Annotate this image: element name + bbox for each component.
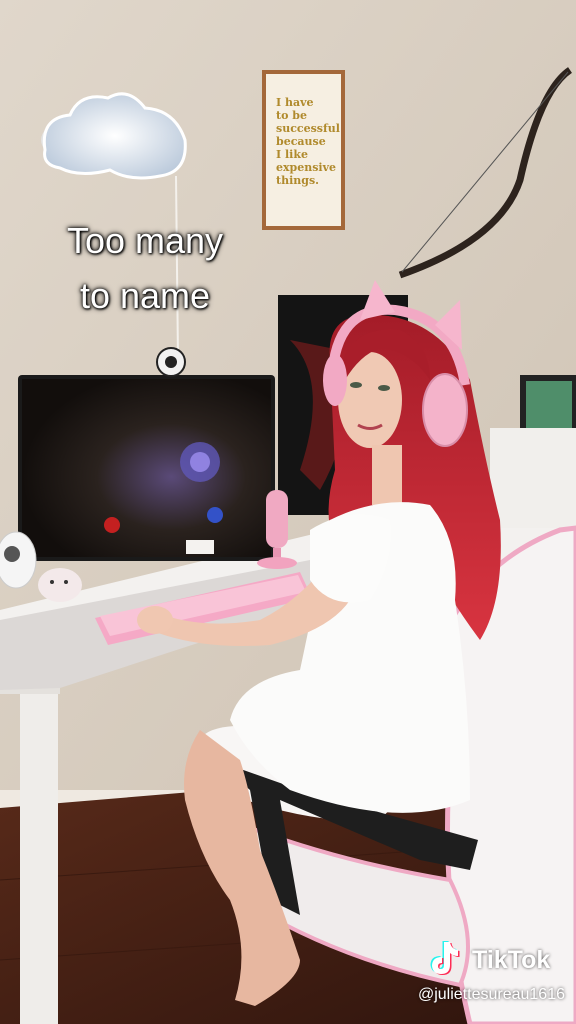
poster-line: because: [276, 135, 326, 148]
tiktok-logo-spacer: [430, 942, 466, 978]
poster-line: expensive: [276, 161, 337, 174]
white-cabinet: [490, 428, 576, 528]
speaker: [0, 531, 37, 589]
poster-line: I have: [276, 96, 314, 109]
poster-quote: I have to be successful because I like e…: [276, 96, 346, 187]
poster-line: things.: [276, 174, 319, 187]
cat-figure: [38, 568, 82, 602]
caption-line-2: to name: [79, 275, 211, 316]
main-monitor: [18, 375, 275, 561]
poster-line: to be: [276, 109, 307, 122]
webcam: [156, 347, 186, 377]
poster-line: successful: [276, 122, 340, 135]
creator-handle: @juliettesureau1616: [417, 986, 565, 1003]
tiktok-brand-name: TikTok: [472, 945, 551, 974]
caption-line-1: Too many: [66, 220, 224, 261]
poster-line: I like: [276, 148, 308, 161]
tiktok-watermark: TikTok: [430, 942, 550, 978]
